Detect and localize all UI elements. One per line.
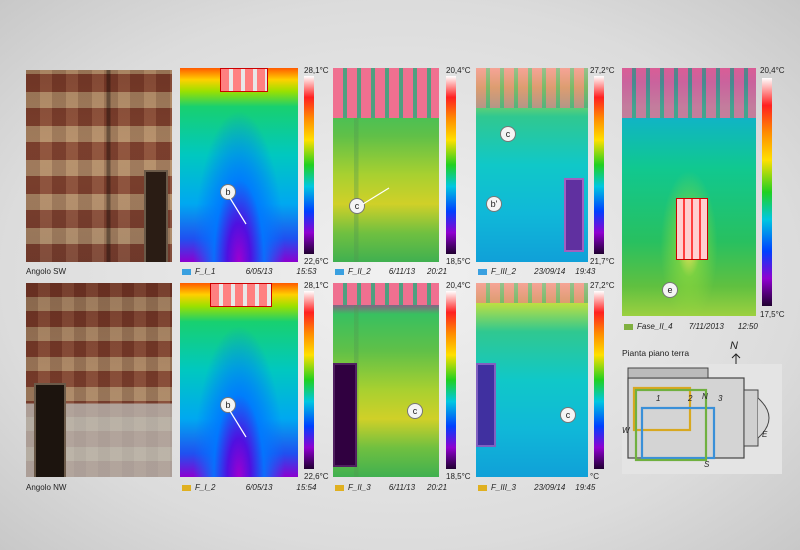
plan-label-s: S (704, 460, 710, 469)
temperature-scale (304, 76, 314, 254)
annotation-arrow (229, 410, 247, 438)
scale-min: 18,5°C (446, 257, 471, 266)
scale-max: 20,4°C (446, 66, 471, 75)
photo-angolo-sw (26, 70, 172, 262)
thermogram-caption: F_II_3 6/11/13 20:21 (335, 483, 447, 492)
thermogram-F_I_2: b (180, 283, 298, 477)
photo-caption-nw: Angolo NW (26, 483, 67, 492)
plan-marker-n: N (702, 392, 708, 401)
annotation-marker: b' (486, 196, 502, 212)
thermogram-caption: F_I_1 6/05/13 15:53 (182, 267, 316, 276)
ceiling-beams (476, 283, 588, 303)
temperature-scale (304, 291, 314, 469)
doorway (144, 170, 168, 262)
north-label: N (730, 340, 738, 352)
annotation-marker: e (662, 282, 678, 298)
floor-plan-drawing (627, 367, 770, 462)
scale-min: 18,5°C (446, 472, 471, 481)
temperature-scale (446, 76, 456, 254)
series-swatch (335, 268, 344, 275)
series-swatch (478, 484, 487, 491)
thermogram-F_II_2: c (333, 68, 439, 262)
ceiling-beams (476, 68, 588, 108)
annotation-marker: c (500, 126, 516, 142)
photo-caption-sw: Angolo SW (26, 267, 67, 276)
annotation-marker: c (407, 403, 423, 419)
annotation-arrow (229, 197, 247, 225)
ceiling-beams (333, 283, 439, 305)
plan-marker-2: 2 (688, 394, 693, 403)
series-swatch (335, 484, 344, 491)
plan-title: Pianta piano terra (622, 348, 690, 358)
scale-max: 28,1°C (304, 281, 329, 290)
window (676, 198, 708, 260)
series-swatch (624, 323, 633, 330)
doorway (564, 178, 584, 252)
annotation-marker: c (560, 407, 576, 423)
plan-label-e: E (762, 430, 768, 439)
temperature-scale (762, 78, 772, 306)
series-swatch (478, 268, 487, 275)
thermogram-F_II_3: c (333, 283, 439, 477)
temperature-scale (594, 76, 604, 254)
scale-max: 27,2°C (590, 66, 615, 75)
doorway (34, 383, 66, 477)
scale-min: 17,5°C (760, 310, 785, 319)
doorway (333, 363, 357, 467)
thermogram-caption: F_I_2 6/05/13 15:54 (182, 483, 316, 492)
thermogram-caption: Fase_II_4 7/11/2013 12:50 (624, 322, 758, 331)
scale-max: 27,2°C (590, 281, 615, 290)
scale-min: °C (590, 472, 599, 481)
scale-max: 20,4°C (760, 66, 785, 75)
thermogram-caption: F_II_2 6/11/13 20:21 (335, 267, 447, 276)
scale-min: 21,7°C (590, 257, 615, 266)
thermogram-caption: F_III_3 23/09/14 19:45 (478, 483, 595, 492)
series-swatch (182, 268, 191, 275)
plan-marker-3: 3 (718, 394, 723, 403)
plan-label-w: W (622, 426, 630, 435)
scale-min: 22,6°C (304, 257, 329, 266)
thermogram-Fase_II_4: e (622, 68, 756, 316)
floor-plan: 1 2 N 3 W S E (622, 364, 782, 474)
temperature-scale (446, 291, 456, 469)
ceiling-beams (622, 68, 756, 118)
plan-marker-1: 1 (656, 394, 661, 403)
thermogram-caption: F_III_2 23/09/14 19:43 (478, 267, 595, 276)
scale-min: 22,6°C (304, 472, 329, 481)
doorway (476, 363, 496, 447)
thermogram-F_I_1: b (180, 68, 298, 262)
temperature-scale (594, 291, 604, 469)
annotation-arrow (362, 187, 390, 205)
scale-max: 20,4°C (446, 281, 471, 290)
thermogram-F_III_2: c b' (476, 68, 588, 262)
photo-angolo-nw (26, 283, 172, 477)
series-swatch (182, 484, 191, 491)
thermogram-F_III_3: c (476, 283, 588, 477)
scale-max: 28,1°C (304, 66, 329, 75)
